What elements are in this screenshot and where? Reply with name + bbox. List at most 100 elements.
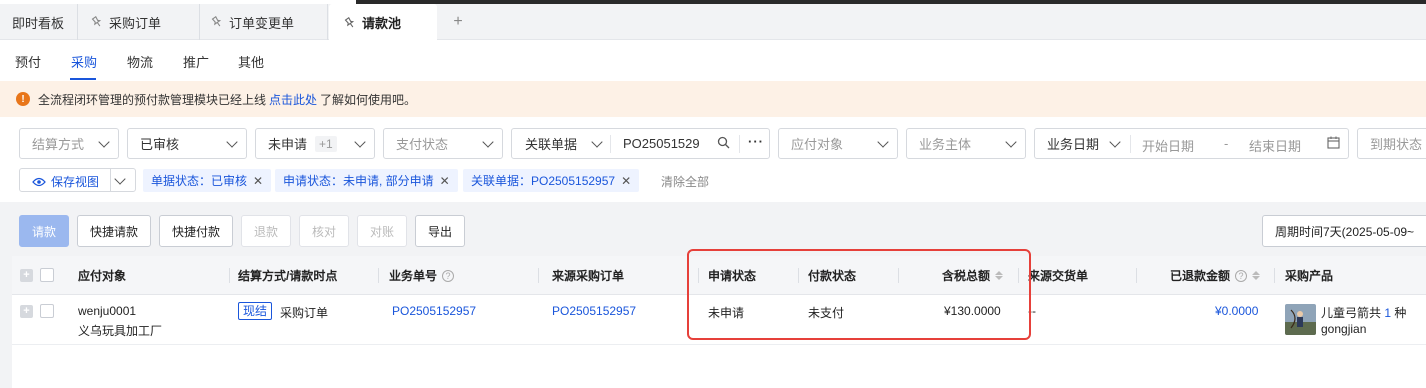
product-text: 儿童弓箭共 <box>1321 306 1382 320</box>
pay-status-select[interactable]: 支付状态 <box>383 128 503 159</box>
related-doc-filter[interactable]: 关联单据 PO25051529 ··· <box>511 128 770 159</box>
total-amount: ¥130.0000 <box>944 304 1001 318</box>
close-icon[interactable]: ✕ <box>440 174 450 188</box>
add-tab-icon[interactable]: + <box>450 14 466 30</box>
chevron-down-icon <box>354 136 366 148</box>
subnav-promotion[interactable]: 推广 <box>183 52 209 71</box>
chevron-down-icon <box>1109 136 1121 148</box>
settle-badge: 现结 <box>238 302 273 320</box>
tab-payment-pool[interactable]: 请款池 <box>329 4 437 41</box>
more-count-badge: +1 <box>315 135 337 152</box>
filter-chip-apply-status: 申请状态：未申请, 部分申请 ✕ <box>275 169 458 192</box>
select-value: 未申请 <box>268 137 308 152</box>
sort-icon[interactable] <box>1252 271 1261 280</box>
date-type[interactable]: 业务日期 <box>1047 134 1099 153</box>
col-source-delivery: 来源交货单 <box>1028 269 1089 283</box>
settle-method-select[interactable]: 结算方式 <box>19 128 119 159</box>
chip-label: 单据状态：已审核 <box>151 174 248 188</box>
business-entity-select[interactable]: 业务主体 <box>906 128 1026 159</box>
col-apply-status: 申请状态 <box>708 269 757 283</box>
col-label: 业务单号 <box>389 269 438 283</box>
banner-link[interactable]: 点击此处 <box>269 91 317 108</box>
chevron-down-icon[interactable] <box>114 173 126 185</box>
business-date-filter[interactable]: 业务日期 开始日期 - 结束日期 <box>1034 128 1349 159</box>
close-icon[interactable]: ✕ <box>253 174 263 188</box>
quick-request-button[interactable]: 快捷请款 <box>77 215 151 247</box>
payment-pool-table: + 应付对象 结算方式/请款时点 业务单号 ? 来源采购订单 申请状态 付款状态… <box>12 256 1426 388</box>
help-icon[interactable]: ? <box>1235 269 1248 282</box>
payee-id: wenju0001 <box>78 304 137 318</box>
related-doc-input[interactable]: PO25051529 <box>623 136 709 151</box>
tab-label: 即时看板 <box>12 15 65 31</box>
doc-status-select[interactable]: 已审核 <box>127 128 247 159</box>
tab-purchase-order[interactable]: 采购订单 <box>78 4 200 40</box>
search-icon[interactable] <box>717 136 730 152</box>
product-unit: 种 <box>1394 306 1407 320</box>
verify-button[interactable]: 核对 <box>299 215 349 247</box>
banner-text-after: 了解如何使用吧。 <box>320 92 417 107</box>
tab-order-change[interactable]: 订单变更单 <box>200 4 328 40</box>
period-select[interactable]: 周期时间7天(2025-05-09~ <box>1262 215 1426 247</box>
refund-button[interactable]: 退款 <box>241 215 291 247</box>
active-tab-underline <box>70 78 96 80</box>
filter-chip-doc-status: 单据状态：已审核 ✕ <box>143 169 272 192</box>
request-payment-button[interactable]: 请款 <box>19 215 69 247</box>
sort-icon[interactable] <box>995 271 1004 280</box>
product-thumbnail[interactable] <box>1285 304 1316 335</box>
chevron-down-icon <box>1005 136 1017 148</box>
col-refunded: 已退款金额 ? <box>1170 267 1261 284</box>
start-date-input[interactable]: 开始日期 <box>1142 136 1194 155</box>
table-row[interactable]: + wenju0001 义乌玩具加工厂 现结 采购订单 PO2505152957… <box>12 296 1426 345</box>
notice-banner: ! 全流程闭环管理的预付款管理模块已经上线 点击此处 了解如何使用吧。 <box>0 81 1426 117</box>
pin-icon[interactable] <box>90 15 104 29</box>
chip-label: 申请状态：未申请, 部分申请 <box>283 174 434 188</box>
payee-name: 义乌玩具加工厂 <box>78 324 163 338</box>
select-placeholder: 支付状态 <box>396 137 449 152</box>
expand-row-icon[interactable]: + <box>20 305 33 318</box>
subnav-logistics[interactable]: 物流 <box>127 52 153 71</box>
clear-all-link[interactable]: 清除全部 <box>661 173 709 190</box>
reconcile-button[interactable]: 对账 <box>357 215 407 247</box>
due-status-select[interactable]: 到期状态 <box>1357 128 1426 159</box>
subnav-other[interactable]: 其他 <box>238 52 264 71</box>
select-placeholder: 业务主体 <box>919 137 972 152</box>
close-icon[interactable]: ✕ <box>621 174 631 188</box>
help-icon[interactable]: ? <box>442 269 455 282</box>
chevron-down-icon <box>226 136 238 148</box>
source-po-link[interactable]: PO2505152957 <box>552 304 636 318</box>
related-doc-type[interactable]: 关联单据 <box>525 134 577 153</box>
end-date-input[interactable]: 结束日期 <box>1249 136 1301 155</box>
sub-nav: 预付 采购 物流 推广 其他 <box>0 40 1426 80</box>
pin-icon[interactable] <box>210 15 224 29</box>
calendar-icon[interactable] <box>1327 136 1340 152</box>
more-options-icon[interactable]: ··· <box>748 134 764 149</box>
tab-label: 请款池 <box>362 16 402 31</box>
subnav-prepay[interactable]: 预付 <box>15 52 41 71</box>
select-placeholder: 应付对象 <box>791 137 844 152</box>
product-count-link[interactable]: 1 <box>1384 306 1391 320</box>
biz-no-link[interactable]: PO2505152957 <box>392 304 476 318</box>
source-delivery: -- <box>1028 304 1036 318</box>
warning-icon: ! <box>16 92 30 106</box>
export-button[interactable]: 导出 <box>415 215 465 247</box>
tab-dashboard[interactable]: 即时看板 <box>0 4 78 40</box>
chevron-down-icon <box>98 136 110 148</box>
window-tab-bar: 即时看板 采购订单 订单变更单 请款池 + <box>0 4 1426 41</box>
select-all-checkbox[interactable] <box>40 268 54 282</box>
pay-status: 未支付 <box>808 306 845 320</box>
pin-icon[interactable] <box>343 16 357 30</box>
save-view-button[interactable]: 保存视图 <box>19 168 136 192</box>
row-checkbox[interactable] <box>40 304 54 318</box>
payee-select[interactable]: 应付对象 <box>778 128 898 159</box>
apply-status: 未申请 <box>708 306 745 320</box>
subnav-purchase[interactable]: 采购 <box>71 52 97 71</box>
settle-point: 采购订单 <box>280 306 329 320</box>
col-total[interactable]: 含税总额 <box>942 267 1004 284</box>
quick-pay-button[interactable]: 快捷付款 <box>159 215 233 247</box>
select-value: 已审核 <box>140 137 180 152</box>
refunded-amount[interactable]: ¥0.0000 <box>1215 304 1258 318</box>
apply-status-select[interactable]: 未申请 +1 <box>255 128 375 159</box>
banner-text: 全流程闭环管理的预付款管理模块已经上线 <box>38 92 267 107</box>
col-settle: 结算方式/请款时点 <box>238 269 338 283</box>
expand-all-icon[interactable]: + <box>20 269 33 282</box>
